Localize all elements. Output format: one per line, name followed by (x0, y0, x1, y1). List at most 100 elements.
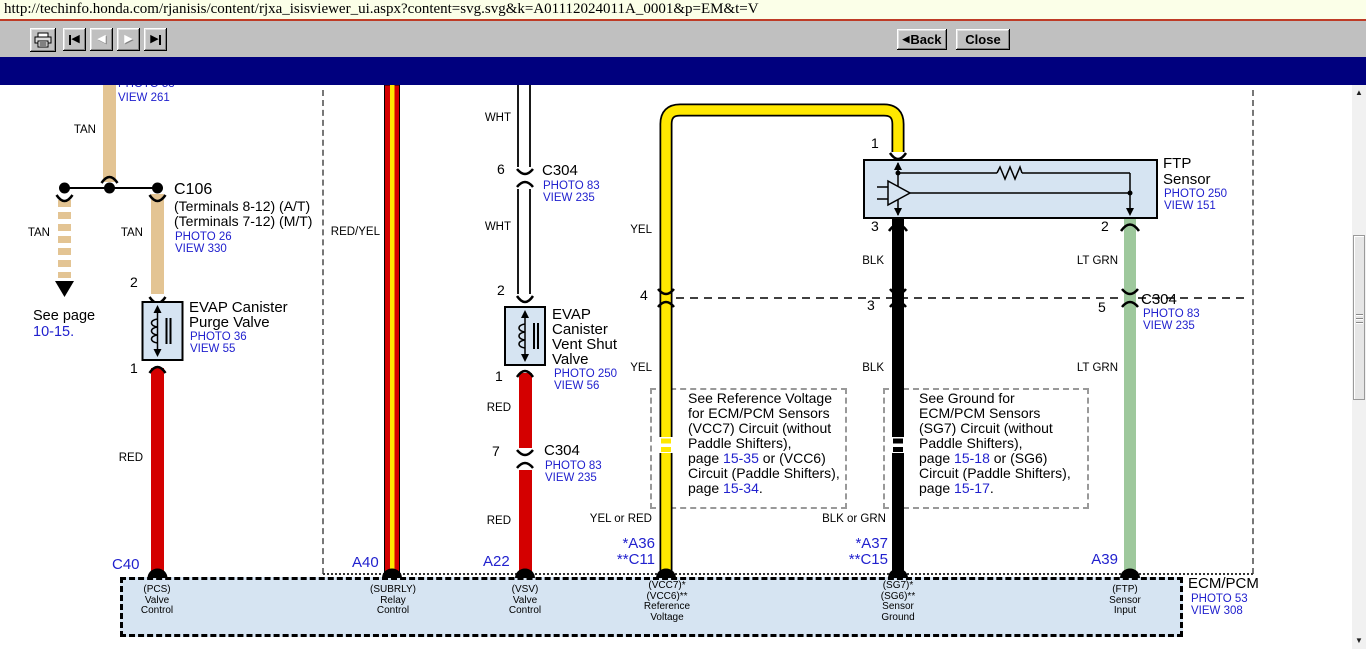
ftp-sensor-name-1: FTP (1163, 155, 1191, 172)
wire-color-label-blk: BLK (844, 362, 884, 374)
first-page-icon-triangle: ◀ (71, 34, 79, 45)
ecm-col-line: (SUBRLY) (348, 585, 438, 596)
wire-blk (892, 219, 904, 572)
connector-name-c106: C106 (174, 181, 212, 199)
diagram-canvas: PHOTO 53 VIEW 261 TAN TAN TAN See page 1… (0, 85, 1366, 649)
ecm-column-pcs: (PCS) Valve Control (112, 585, 202, 617)
gnd-note-line-5: page 15-18 or (SG6) (919, 451, 1047, 466)
close-button[interactable]: Close (956, 29, 1010, 50)
ecm-col-line: Control (348, 606, 438, 617)
print-icon (34, 32, 52, 48)
url-text: http://techinfo.honda.com/rjanisis/conte… (0, 0, 1366, 19)
photo-link[interactable]: PHOTO 83 (545, 460, 602, 472)
wire-color-label-red: RED (103, 452, 143, 464)
ecm-pin-a39: A39 (1058, 551, 1118, 568)
photo-link[interactable]: PHOTO 250 (1164, 188, 1227, 200)
see-page-link[interactable]: 10-15. (33, 325, 74, 340)
photo-link[interactable]: PHOTO 36 (190, 331, 247, 343)
back-button-label: Back (910, 32, 941, 47)
photo-link[interactable]: PHOTO 83 (1143, 308, 1200, 320)
page-link[interactable]: 15-35 (723, 450, 759, 466)
gnd-note-line-1: See Ground for (919, 391, 1015, 406)
thumb-grip-line (1356, 322, 1363, 324)
terminal-number: 1 (871, 136, 879, 151)
ref-note-line-5-post: or (VCC6) (759, 450, 826, 466)
print-button[interactable] (30, 28, 56, 52)
scrollbar-thumb[interactable] (1353, 235, 1365, 400)
last-page-icon-triangle: ▶ (150, 34, 158, 45)
toolbar: ◀ ◀ ▶ ▶ ◀Back Close (0, 21, 1366, 57)
photo-link[interactable]: PHOTO 53 (118, 85, 175, 90)
view-link[interactable]: VIEW 56 (554, 380, 599, 392)
scroll-down-icon[interactable]: ▼ (1352, 634, 1366, 648)
vertical-scrollbar[interactable]: ▲ ▼ (1352, 85, 1366, 649)
ecm-col-line: Sensor (853, 602, 943, 613)
wire-color-label-red-yel: RED/YEL (330, 226, 380, 238)
connector-6-arcs (517, 169, 533, 187)
vent-valve-terminal-2-arc (517, 296, 533, 302)
ecm-col-line: Control (112, 606, 202, 617)
ref-note-line-1: See Reference Voltage (688, 391, 832, 406)
photo-link[interactable]: PHOTO 26 (175, 231, 232, 243)
wire-color-label-wht: WHT (471, 221, 511, 233)
photo-link[interactable]: PHOTO 53 (1191, 593, 1248, 605)
gnd-note-line-4: Paddle Shifters), (919, 436, 1023, 451)
view-link[interactable]: VIEW 261 (118, 92, 170, 104)
back-button[interactable]: ◀Back (897, 29, 947, 50)
view-link[interactable]: VIEW 235 (1143, 320, 1195, 332)
scroll-up-icon[interactable]: ▲ (1352, 86, 1366, 100)
vent-valve-box (505, 307, 545, 365)
ref-note-line-7-pre: page (688, 480, 723, 496)
gnd-note-line-7-post: . (990, 480, 994, 496)
prev-page-button[interactable]: ◀ (90, 28, 113, 51)
wire-color-label-red: RED (471, 402, 511, 414)
title-band (0, 57, 1366, 85)
view-link[interactable]: VIEW 151 (1164, 200, 1216, 212)
last-page-button[interactable]: ▶ (144, 28, 167, 51)
terminal-number: 4 (640, 288, 648, 303)
purge-valve-name-2: Purge Valve (189, 314, 270, 331)
wire-color-label-yel-or-red: YEL or RED (572, 513, 652, 525)
ecm-terminal-domes (148, 569, 1141, 579)
ref-note-line-4: Paddle Shifters), (688, 436, 792, 451)
ecm-col-line: Voltage (622, 613, 712, 624)
gnd-note-line-7-pre: page (919, 480, 954, 496)
wire-blk-break (890, 437, 906, 453)
ecm-pin-a40: A40 (352, 554, 379, 571)
wire-color-label-tan: TAN (10, 227, 50, 239)
page-link[interactable]: 15-18 (954, 450, 990, 466)
view-link[interactable]: VIEW 308 (1191, 605, 1243, 617)
connector-name-c304: C304 (1141, 291, 1177, 308)
page-link[interactable]: 15-34 (723, 480, 759, 496)
photo-link[interactable]: PHOTO 83 (543, 180, 600, 192)
ecm-col-line: (PCS) (112, 585, 202, 596)
view-link[interactable]: VIEW 330 (175, 243, 227, 255)
ecm-col-line: (VSV) (480, 585, 570, 596)
next-page-button[interactable]: ▶ (117, 28, 140, 51)
see-page-text: See page (33, 309, 95, 324)
ecm-col-line: (SG7)* (853, 581, 943, 592)
ecm-pin-a22: A22 (483, 553, 510, 570)
view-link[interactable]: VIEW 235 (545, 472, 597, 484)
wire-red-vent-lower (519, 470, 532, 572)
terminal-number: 1 (130, 361, 138, 376)
page-link[interactable]: 15-17 (954, 480, 990, 496)
wire-color-label-lt-grn: LT GRN (1063, 255, 1118, 267)
wire-lt-grn (1124, 219, 1136, 572)
wire-color-label-lt-grn: LT GRN (1063, 362, 1118, 374)
wire-color-label-red: RED (471, 515, 511, 527)
view-link[interactable]: VIEW 55 (190, 343, 235, 355)
first-page-button[interactable]: ◀ (63, 28, 86, 51)
gnd-note-line-7: page 15-17. (919, 481, 994, 496)
gnd-note-line-3: (SG7) Circuit (without (919, 421, 1053, 436)
wire-color-label-tan: TAN (103, 227, 143, 239)
ecm-col-line: Control (480, 606, 570, 617)
view-link[interactable]: VIEW 235 (543, 192, 595, 204)
ref-note-line-5: page 15-35 or (VCC6) (688, 451, 826, 466)
photo-link[interactable]: PHOTO 250 (554, 368, 617, 380)
purge-valve-box (143, 302, 183, 360)
ftp-sensor-box (864, 160, 1157, 218)
wire-tan-dashed (55, 200, 74, 297)
gnd-note-line-2: ECM/PCM Sensors (919, 406, 1040, 421)
last-page-icon (159, 35, 161, 45)
